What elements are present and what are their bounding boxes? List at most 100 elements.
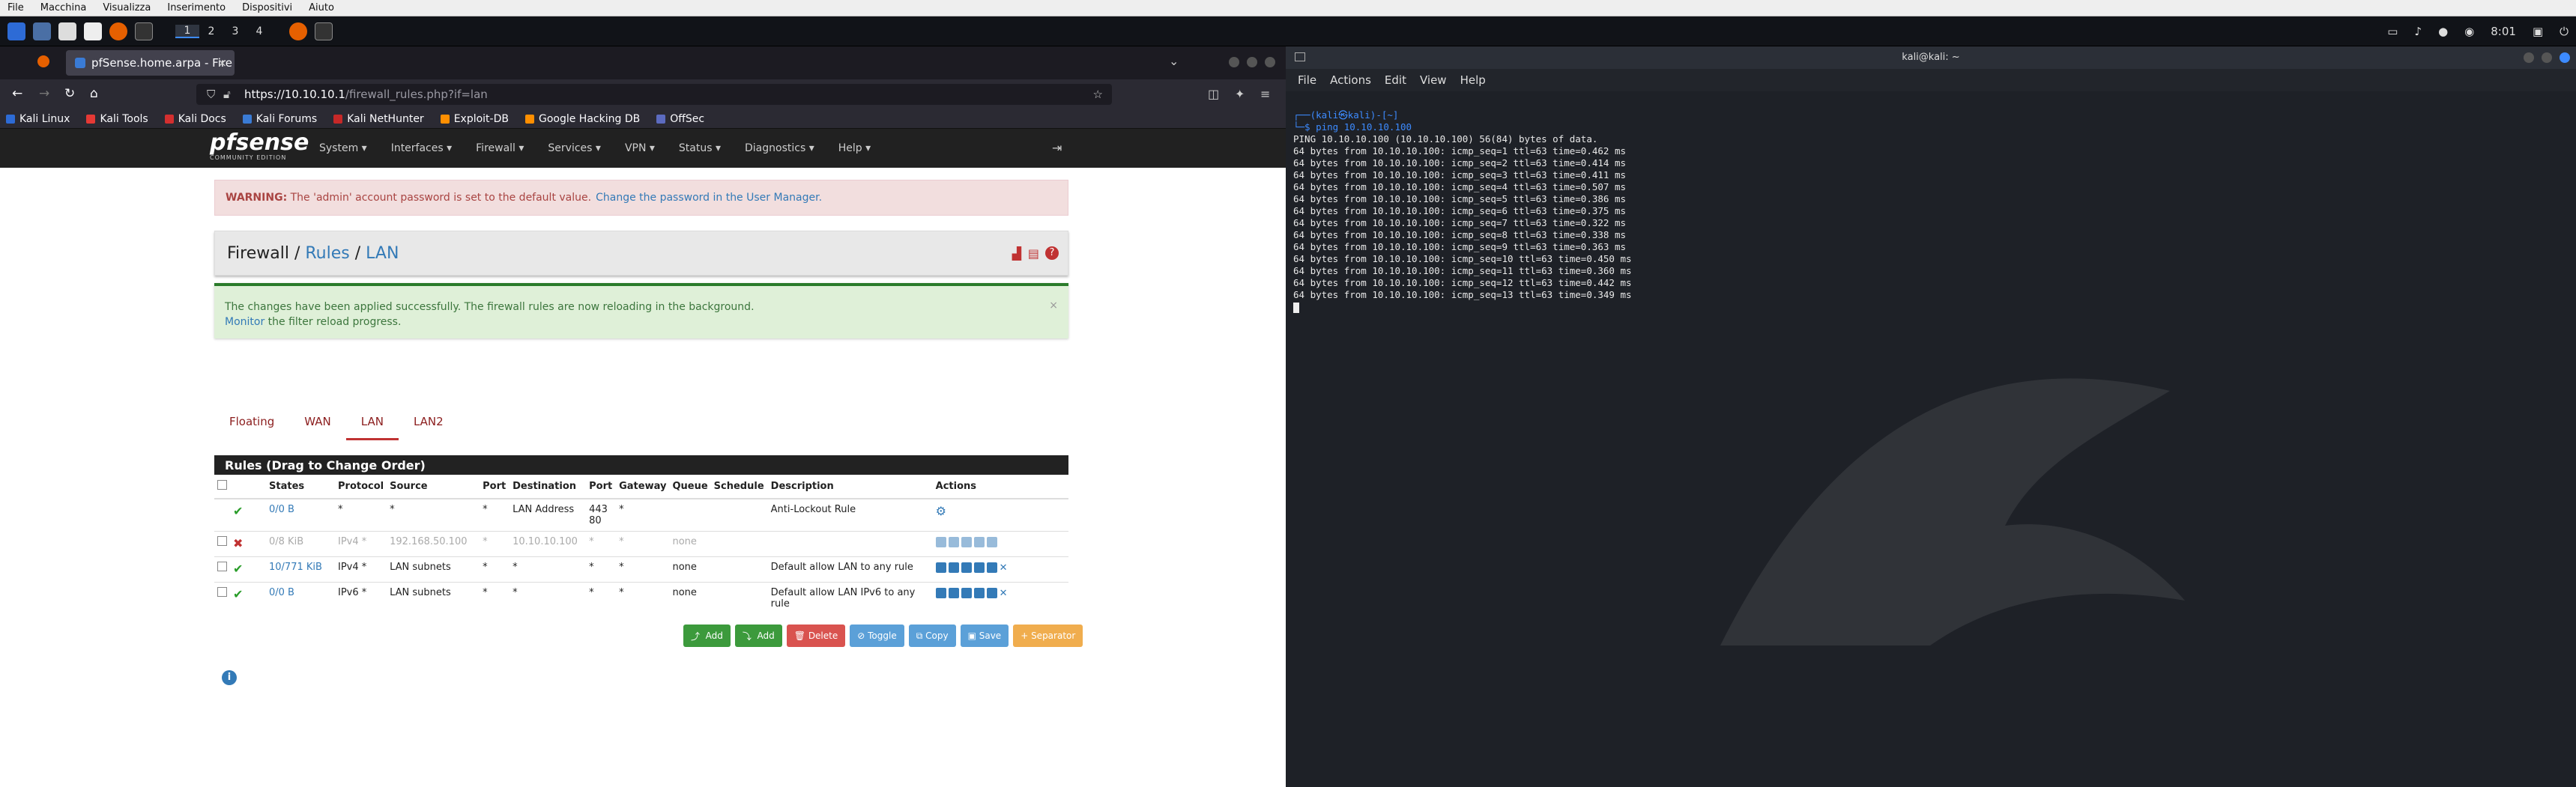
list-tabs-icon[interactable]: ⌄ <box>1169 54 1179 68</box>
list-icon[interactable]: ▤ <box>1028 246 1039 261</box>
extensions-icon[interactable]: ✦ <box>1235 87 1245 101</box>
bookmark-kali-nethunter[interactable]: Kali NetHunter <box>333 113 424 125</box>
add-top-button[interactable]: ⤴ Add <box>683 625 731 647</box>
vm-menu-macchina[interactable]: Macchina <box>40 2 87 13</box>
show-desktop-icon[interactable] <box>33 22 51 40</box>
menu-services[interactable]: Services ▾ <box>536 142 613 154</box>
menu-status[interactable]: Status ▾ <box>667 142 733 154</box>
copy-button[interactable]: ⧉ Copy <box>908 625 956 647</box>
taskbar-firefox-icon[interactable] <box>289 22 307 40</box>
anchor-icon[interactable] <box>935 587 946 598</box>
disable-icon[interactable] <box>973 587 985 598</box>
terminal-minimize-icon[interactable] <box>2524 52 2534 63</box>
menu-diagnostics[interactable]: Diagnostics ▾ <box>733 142 826 154</box>
workspace-1[interactable]: 1 <box>175 24 199 38</box>
text-editor-icon[interactable] <box>84 22 102 40</box>
edit-icon[interactable] <box>948 562 959 573</box>
menu-vpn[interactable]: VPN ▾ <box>613 142 667 154</box>
disable-icon[interactable] <box>973 562 985 573</box>
lock-warning-icon[interactable]: 🔓︎ <box>223 88 231 101</box>
terminal-menu-actions[interactable]: Actions <box>1330 73 1371 87</box>
taskbar-terminal-icon[interactable] <box>315 22 333 40</box>
firefox-view-icon[interactable] <box>37 55 49 67</box>
minimize-icon[interactable] <box>1229 57 1239 67</box>
vm-menu-inserimento[interactable]: Inserimento <box>167 2 226 13</box>
gear-icon[interactable]: ⚙ <box>936 504 946 518</box>
terminal-menu-view[interactable]: View <box>1420 73 1447 87</box>
select-all-checkbox[interactable] <box>217 480 227 490</box>
edit-icon[interactable] <box>948 536 959 547</box>
edit-icon[interactable] <box>948 587 959 598</box>
table-row[interactable]: ✔ 10/771 KiB IPv4 * LAN subnets * * * * … <box>214 556 1068 583</box>
copy-icon[interactable] <box>961 562 972 573</box>
close-window-icon[interactable] <box>1265 57 1275 67</box>
kali-menu-icon[interactable] <box>7 22 25 40</box>
bookmark-offsec[interactable]: OffSec <box>656 113 704 125</box>
table-row[interactable]: ✔ 0/0 B * * * LAN Address 443 80 * Anti-… <box>214 498 1068 532</box>
reload-icon[interactable]: ↻ <box>64 86 75 101</box>
clock[interactable]: 8:01 <box>2491 25 2516 38</box>
row-checkbox[interactable] <box>217 536 227 546</box>
toggle-button[interactable]: ⊘ Toggle <box>850 625 904 647</box>
table-row[interactable]: ✖ 0/8 KiB IPv4 * 192.168.50.100 * 10.10.… <box>214 531 1068 557</box>
bookmark-star-icon[interactable]: ☆ <box>1093 88 1103 101</box>
terminal-close-icon[interactable] <box>2560 52 2570 63</box>
tab-lan[interactable]: LAN <box>345 406 399 440</box>
info-icon[interactable]: i <box>222 670 237 685</box>
bookmark-google-hacking-db[interactable]: Google Hacking DB <box>524 113 640 125</box>
workspace-4[interactable]: 4 <box>247 25 271 37</box>
delete-button[interactable]: 🗑︎ Delete <box>786 625 846 647</box>
vm-menu-aiuto[interactable]: Aiuto <box>309 2 334 13</box>
tab-lan2[interactable]: LAN2 <box>399 406 459 440</box>
terminal-menu-edit[interactable]: Edit <box>1385 73 1406 87</box>
pocket-icon[interactable]: ◫ <box>1208 87 1219 101</box>
vm-menu-file[interactable]: File <box>7 2 24 13</box>
bookmark-kali-docs[interactable]: Kali Docs <box>164 113 226 125</box>
home-icon[interactable]: ⌂ <box>90 86 98 101</box>
back-icon[interactable]: ← <box>12 86 22 101</box>
anchor-icon[interactable] <box>935 536 946 547</box>
row-checkbox[interactable] <box>217 562 227 571</box>
vm-menu-dispositivi[interactable]: Dispositivi <box>242 2 292 13</box>
table-row[interactable]: ✔ 0/0 B IPv6 * LAN subnets * * * * none … <box>214 582 1068 614</box>
network-icon[interactable]: ◉ <box>2464 25 2474 38</box>
display-icon[interactable]: ▭ <box>2387 25 2398 38</box>
maximize-icon[interactable] <box>1247 57 1257 67</box>
separator-button[interactable]: + Separator <box>1013 625 1083 647</box>
menu-system[interactable]: System ▾ <box>307 142 379 154</box>
chart-icon[interactable]: ▟ <box>1012 246 1021 261</box>
change-password-link[interactable]: Change the password in the User Manager. <box>596 192 822 204</box>
close-icon[interactable]: ✕ <box>1000 562 1008 574</box>
app-menu-icon[interactable]: ≡ <box>1260 87 1270 101</box>
terminal-maximize-icon[interactable] <box>2542 52 2552 63</box>
firefox-icon[interactable] <box>109 22 127 40</box>
vm-menu-visualizza[interactable]: Visualizza <box>103 2 151 13</box>
states-link[interactable]: 10/771 KiB <box>269 562 322 573</box>
states-link[interactable]: 0/0 B <box>269 504 294 515</box>
url-bar[interactable]: ⛉ 🔓︎ https://10.10.10.1/firewall_rules.p… <box>196 84 1112 105</box>
close-icon[interactable]: ✕ <box>1000 588 1008 599</box>
tab-wan[interactable]: WAN <box>289 406 346 440</box>
pfsense-logo[interactable]: pfsense COMMUNITY EDITION <box>210 132 309 162</box>
add-bottom-button[interactable]: ⤵ Add <box>734 625 782 647</box>
lock-icon[interactable]: ▣ <box>2533 25 2543 38</box>
delete-icon[interactable] <box>986 587 997 598</box>
notification-icon[interactable]: ● <box>2438 25 2448 38</box>
delete-icon[interactable] <box>986 562 997 573</box>
shield-icon[interactable]: ⛉ <box>207 88 215 101</box>
forward-icon[interactable]: → <box>39 86 49 101</box>
volume-icon[interactable]: ♪ <box>2414 25 2422 38</box>
terminal-menu-file[interactable]: File <box>1298 73 1316 87</box>
row-checkbox[interactable] <box>217 587 227 597</box>
file-manager-icon[interactable] <box>58 22 76 40</box>
states-link[interactable]: 0/0 B <box>269 587 294 598</box>
save-button[interactable]: ▣ Save <box>960 625 1009 647</box>
bookmark-kali-forums[interactable]: Kali Forums <box>242 113 317 125</box>
tab-pfsense[interactable]: pfSense.home.arpa - Fire × <box>66 50 235 76</box>
logout-icon[interactable]: ⇥ <box>1052 141 1062 155</box>
power-icon[interactable]: ⏻ <box>2560 25 2569 38</box>
monitor-link[interactable]: Monitor <box>225 316 264 328</box>
enable-icon[interactable] <box>973 536 985 547</box>
copy-icon[interactable] <box>961 587 972 598</box>
terminal-menu-help[interactable]: Help <box>1460 73 1486 87</box>
